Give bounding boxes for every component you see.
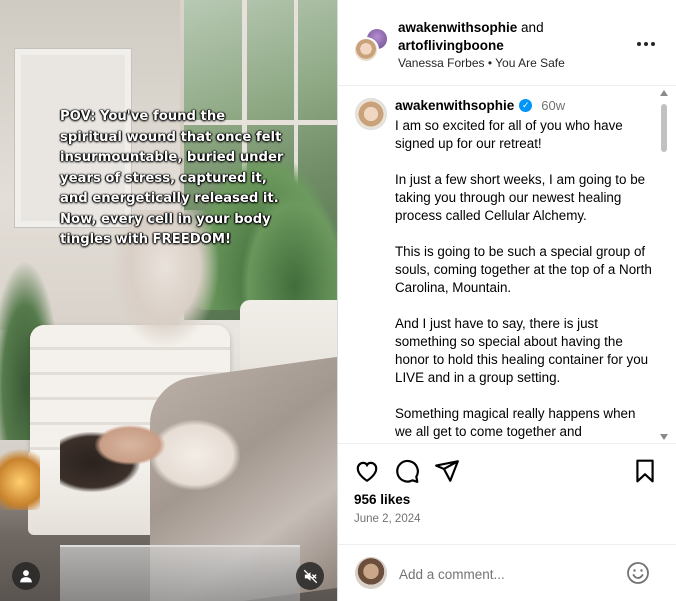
account-link[interactable]: artoflivingboone [398,38,504,53]
collab-names: awakenwithsophie and artoflivingboone [398,19,544,55]
overlay-line: POV: You've found the [60,109,226,124]
action-bar [338,455,676,487]
glass-table [60,545,300,601]
comment-composer [338,544,676,601]
likes-count[interactable]: 956 likes [354,492,410,507]
video-overlay-text: POV: You've found the spiritual wound th… [60,107,305,251]
and-text: and [521,20,544,35]
emoji-icon[interactable] [626,561,650,585]
overlay-line: insurmountable, buried under [60,150,284,165]
caption-paragraph: In just a few short weeks, I am going to… [395,172,646,223]
tagged-users-button[interactable] [12,562,40,590]
overlay-line: years of stress, captured it, [60,170,267,186]
scrollbar-thumb[interactable] [661,104,667,152]
verified-badge-icon: ✓ [519,99,533,112]
comment-icon[interactable] [394,458,420,484]
post-media[interactable]: POV: You've found the spiritual wound th… [0,0,337,601]
caption-scrollbar[interactable] [660,90,668,440]
overlay-line: spiritual wound that once felt [60,129,282,145]
scroll-down-arrow-icon[interactable] [660,434,668,440]
bookmark-icon[interactable] [632,458,658,484]
post-header: awakenwithsophie and artoflivingboone Va… [338,0,676,86]
post-time[interactable]: 60w [541,98,565,113]
post-details-panel: awakenwithsophie and artoflivingboone Va… [337,0,676,601]
more-options-button[interactable] [634,34,658,54]
caption-paragraph: This is going to be such a special group… [395,244,652,295]
lamp [0,440,40,510]
caption-text: I am so excited for all of you who have … [395,117,655,443]
comment-input[interactable] [399,564,609,584]
scroll-up-arrow-icon[interactable] [660,90,668,96]
caption-header: awakenwithsophie ✓ 60w [395,98,565,113]
overlay-line: tingles with FREEDOM! [60,232,232,247]
caption-paragraph: And I just have to say, there is just so… [395,316,649,385]
avatar[interactable] [353,37,379,63]
more-options-icon [637,42,641,46]
person-face [95,425,165,465]
overlay-line: and energetically released it. [60,191,279,206]
caption-paragraph: Something magical really happens when we… [395,406,636,439]
overlay-line: Now, every cell in your body [60,211,271,227]
avatar [355,557,387,589]
account-link[interactable]: awakenwithsophie [398,20,517,35]
user-icon [20,570,32,583]
collab-avatars[interactable] [353,27,389,63]
muted-speaker-icon [303,569,317,583]
audio-attribution[interactable]: Vanessa Forbes • You Are Safe [398,56,565,70]
heart-icon[interactable] [354,458,380,484]
caption-username[interactable]: awakenwithsophie [395,98,514,113]
mute-button[interactable] [296,562,324,590]
share-icon[interactable] [434,458,460,484]
avatar[interactable] [355,98,387,130]
post-date[interactable]: June 2, 2024 [354,513,421,525]
caption-paragraph: I am so excited for all of you who have … [395,118,623,151]
caption-scroll-area[interactable]: awakenwithsophie ✓ 60w I am so excited f… [338,87,676,444]
